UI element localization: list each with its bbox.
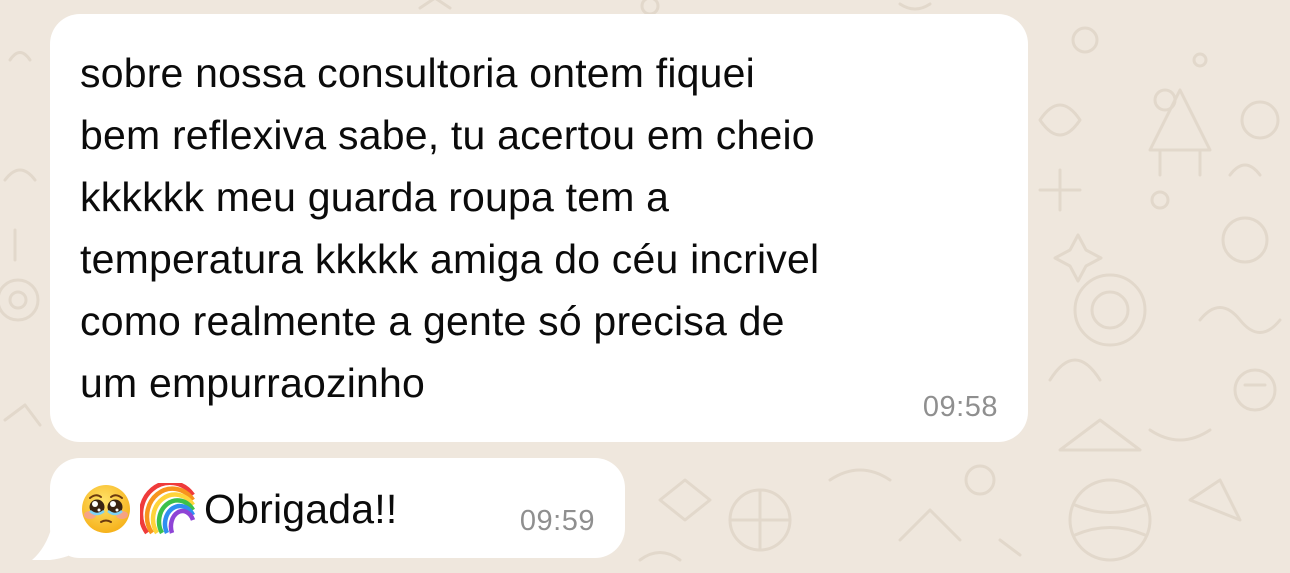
message-bubble[interactable]: sobre nossa consultoria ontem fiquei bem… <box>50 14 1028 442</box>
message-timestamp: 09:59 <box>519 505 595 537</box>
message-text: Obrigada!! <box>204 485 398 532</box>
pleading-face-emoji <box>82 485 130 533</box>
message-text: sobre nossa consultoria ontem fiquei bem… <box>80 50 820 406</box>
message-timestamp: 09:58 <box>922 391 998 423</box>
message-bubble[interactable]: Obrigada!! 09:59 <box>50 458 625 558</box>
rainbow-emoji <box>140 483 196 535</box>
